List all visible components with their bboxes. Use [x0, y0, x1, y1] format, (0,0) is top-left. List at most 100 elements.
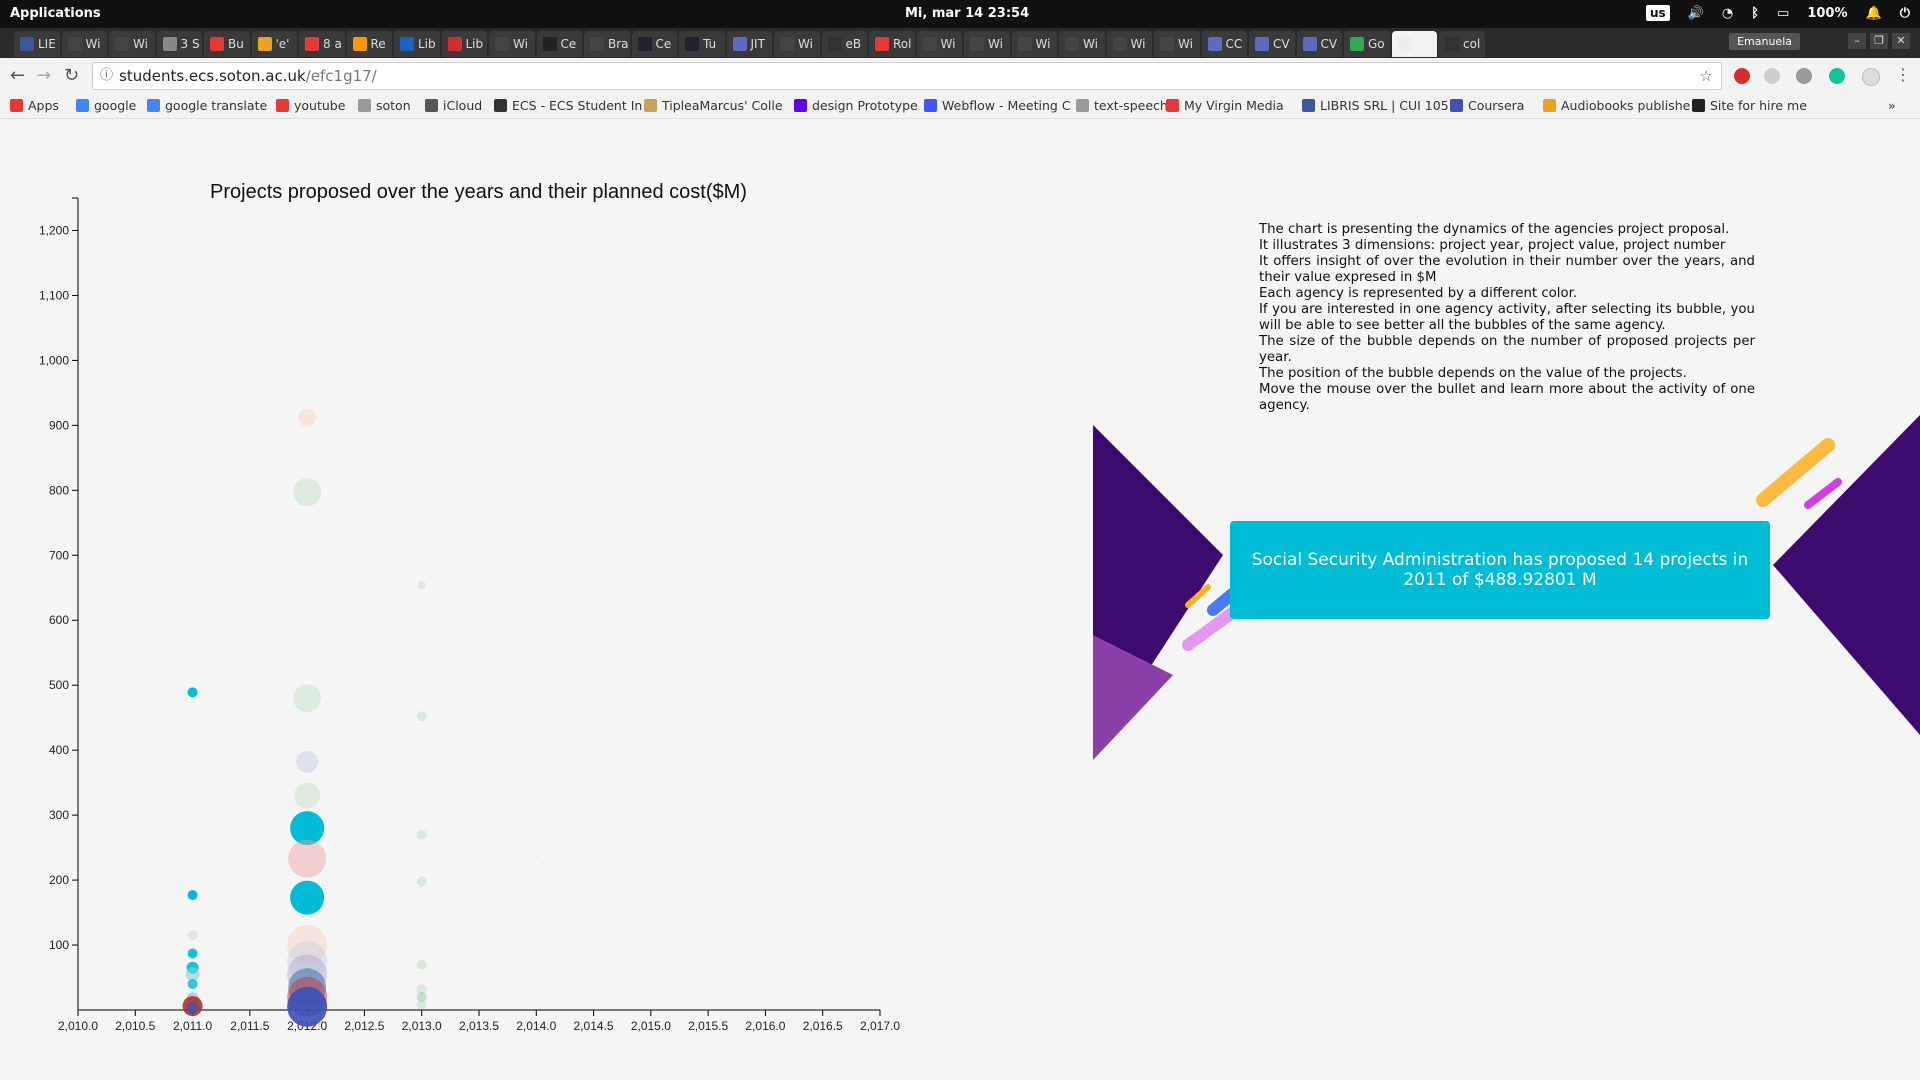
more-bookmarks-icon[interactable]: »: [1888, 98, 1896, 113]
bookmark-item[interactable]: My Virgin Media: [1166, 98, 1284, 113]
browser-tab[interactable]: LIE: [14, 31, 60, 57]
tab-favicon-icon: [162, 37, 177, 51]
browser-tab[interactable]: Wi: [489, 31, 535, 57]
browser-tab[interactable]: CV: [1296, 31, 1342, 57]
bookmark-item[interactable]: LIBRIS SRL | CUI 105: [1302, 98, 1449, 113]
bookmark-item[interactable]: google: [76, 98, 136, 113]
bookmark-item[interactable]: Site for hire me: [1692, 98, 1807, 113]
keyboard-layout-indicator[interactable]: us: [1646, 5, 1670, 21]
browser-menu-icon[interactable]: ⋮: [1895, 65, 1911, 84]
data-bubble[interactable]: [416, 959, 427, 970]
browser-tab[interactable]: Tu: [679, 31, 725, 57]
y-tick-label: 500: [49, 678, 69, 692]
bookmark-item[interactable]: youtube: [276, 98, 345, 113]
back-icon[interactable]: ←: [10, 65, 25, 86]
browser-tab[interactable]: Wi: [1059, 31, 1105, 57]
browser-tab[interactable]: Bu: [204, 31, 250, 57]
x-tick-label: 2,012.5: [344, 1019, 384, 1033]
browser-tab[interactable]: Wi: [1154, 31, 1200, 57]
data-bubble[interactable]: [298, 408, 317, 427]
browser-tab[interactable]: 3 S: [156, 31, 202, 57]
battery-icon[interactable]: ▭: [1777, 6, 1789, 21]
volume-icon[interactable]: 🔊: [1688, 6, 1704, 21]
browser-tab[interactable]: Ce: [536, 31, 582, 57]
browser-tab[interactable]: Go: [1344, 31, 1390, 57]
bookmark-item[interactable]: Webflow - Meeting C: [924, 98, 1071, 113]
data-bubble[interactable]: [288, 839, 327, 878]
adblock-icon[interactable]: [1734, 68, 1750, 84]
data-bubble[interactable]: [535, 855, 538, 858]
data-bubble[interactable]: [287, 986, 328, 1027]
data-bubble[interactable]: [296, 750, 319, 773]
chart-title: Projects proposed over the years and the…: [210, 181, 747, 203]
bookmark-item[interactable]: ECS - ECS Student In: [494, 98, 642, 113]
bluetooth-icon[interactable]: ᛒ: [1751, 6, 1759, 21]
data-bubble[interactable]: [416, 711, 427, 722]
data-bubble[interactable]: [416, 999, 427, 1010]
browser-tab[interactable]: 'e': [251, 31, 297, 57]
profile-button[interactable]: Emanuela: [1729, 33, 1800, 50]
browser-tab[interactable]: col: [1439, 31, 1485, 57]
data-bubble[interactable]: [187, 890, 198, 901]
browser-tab[interactable]: Lib: [441, 31, 487, 57]
bookmark-star-icon[interactable]: ☆: [1700, 63, 1713, 89]
recycle-extension-icon[interactable]: [1796, 68, 1812, 84]
browser-tab[interactable]: Wi: [964, 31, 1010, 57]
bookmark-item[interactable]: Audiobooks publishe: [1543, 98, 1690, 113]
browser-tab[interactable]: Re: [346, 31, 392, 57]
address-bar[interactable]: ⓘ students.ecs.soton.ac.uk/efc1g17/ ☆: [92, 62, 1722, 90]
browser-tab[interactable]: CC: [1201, 31, 1247, 57]
browser-tab[interactable]: Ce: [631, 31, 677, 57]
browser-tab[interactable]: Wi: [1106, 31, 1152, 57]
data-bubble[interactable]: [187, 930, 198, 941]
grammarly-icon[interactable]: [1829, 68, 1845, 84]
browser-tab[interactable]: JIT: [726, 31, 772, 57]
extension-icon[interactable]: [1764, 68, 1780, 84]
reload-icon[interactable]: ↻: [64, 65, 79, 86]
applications-menu[interactable]: Applications: [10, 6, 101, 21]
forward-icon[interactable]: →: [36, 65, 51, 86]
bookmark-label: design Prototype: [812, 98, 918, 113]
close-icon[interactable]: ✕: [1892, 33, 1910, 49]
data-bubble[interactable]: [186, 1002, 199, 1015]
banner-streak: [1804, 478, 1842, 509]
bookmark-item[interactable]: TipleaMarcus' Colle: [644, 98, 783, 113]
notifications-icon[interactable]: 🔔: [1866, 6, 1882, 21]
browser-tab[interactable]: Bra: [584, 31, 630, 57]
data-bubble[interactable]: [293, 478, 322, 507]
data-bubble[interactable]: [294, 782, 321, 809]
browser-tab[interactable]: CV: [1249, 31, 1295, 57]
data-bubble[interactable]: [417, 581, 426, 590]
minimize-icon[interactable]: –: [1848, 33, 1866, 49]
data-bubble[interactable]: [187, 979, 198, 990]
browser-tab[interactable]: Wi: [1011, 31, 1057, 57]
browser-tab[interactable]: Lib: [394, 31, 440, 57]
browser-tab[interactable]: eB: [821, 31, 867, 57]
browser-tab[interactable]: Wi: [916, 31, 962, 57]
data-bubble[interactable]: [290, 880, 325, 915]
extension-icon[interactable]: [1862, 68, 1880, 86]
system-clock[interactable]: Mi, mar 14 23:54: [905, 6, 1029, 21]
bookmark-item[interactable]: iCloud: [425, 98, 482, 113]
browser-tab[interactable]: Wi: [774, 31, 820, 57]
data-bubble[interactable]: [416, 829, 427, 840]
browser-tab[interactable]: [1391, 31, 1437, 57]
bookmark-item[interactable]: soton: [358, 98, 411, 113]
restore-icon[interactable]: ❐: [1870, 33, 1888, 49]
bookmark-item[interactable]: text-speech: [1076, 98, 1168, 113]
power-icon[interactable]: ⏻: [1900, 6, 1910, 21]
site-info-icon[interactable]: ⓘ: [100, 63, 113, 89]
wifi-icon[interactable]: ◔: [1722, 6, 1733, 21]
data-bubble[interactable]: [187, 687, 198, 698]
browser-tab[interactable]: Rol: [869, 31, 915, 57]
browser-tab[interactable]: Wi: [109, 31, 155, 57]
bookmark-item[interactable]: design Prototype: [794, 98, 918, 113]
browser-tab[interactable]: 8 a: [299, 31, 345, 57]
data-bubble[interactable]: [187, 948, 198, 959]
data-bubble[interactable]: [416, 876, 427, 887]
bookmark-item[interactable]: Apps: [10, 98, 59, 113]
data-bubble[interactable]: [293, 684, 322, 713]
bookmark-item[interactable]: google translate: [147, 98, 267, 113]
bookmark-item[interactable]: Coursera: [1450, 98, 1524, 113]
browser-tab[interactable]: Wi: [61, 31, 107, 57]
